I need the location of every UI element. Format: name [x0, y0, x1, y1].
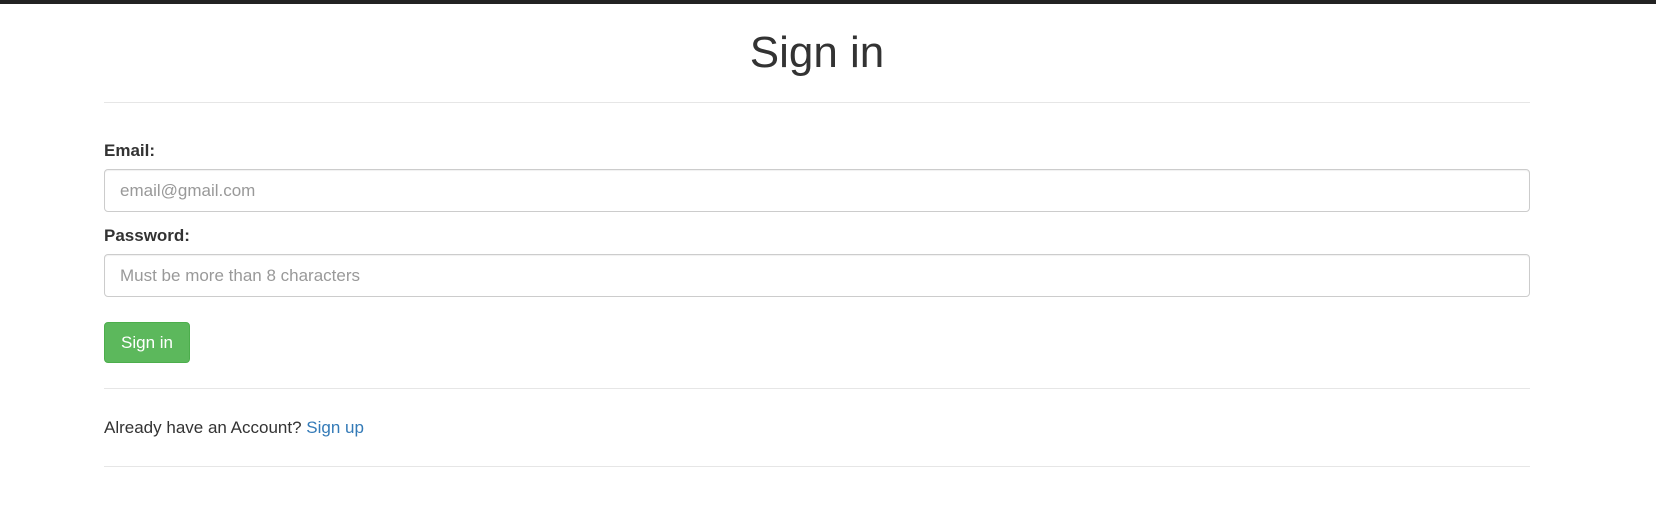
email-field-group: Email:: [104, 141, 1530, 212]
footer-divider: [104, 466, 1530, 467]
sign-up-link[interactable]: Sign up: [306, 418, 364, 437]
signin-container: Sign in Email: Password: Sign in Already…: [104, 4, 1530, 467]
email-label: Email:: [104, 141, 156, 160]
signin-form: Email: Password: Sign in: [104, 141, 1530, 363]
password-label: Password:: [104, 226, 190, 245]
email-input[interactable]: [104, 169, 1530, 212]
signup-row: Already have an Account? Sign up: [104, 389, 1530, 466]
sign-in-button[interactable]: Sign in: [104, 322, 190, 363]
password-input[interactable]: [104, 254, 1530, 297]
signup-prompt: Already have an Account?: [104, 418, 302, 437]
password-field-group: Password:: [104, 226, 1530, 297]
title-divider: [104, 102, 1530, 103]
page-title: Sign in: [749, 28, 885, 77]
